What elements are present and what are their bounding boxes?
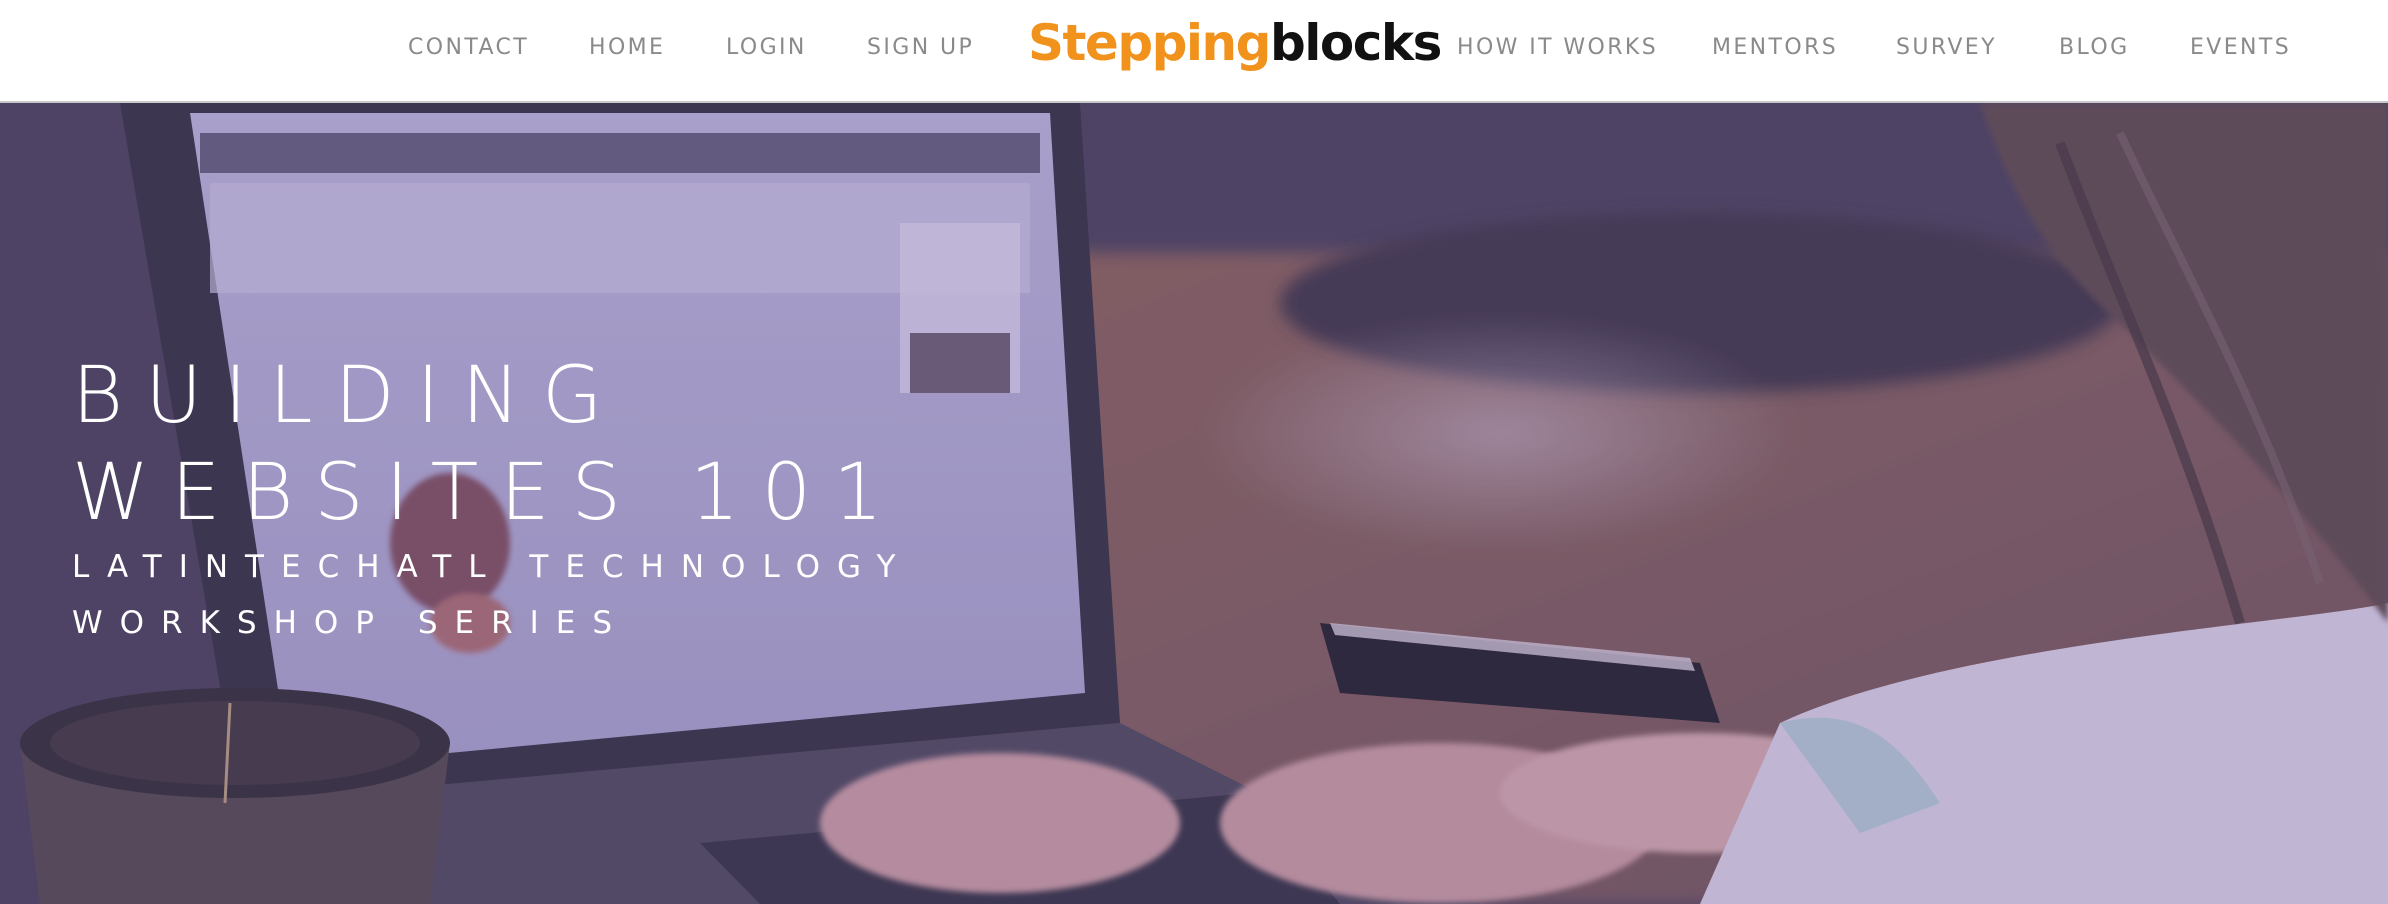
nav-link-login[interactable]: LOGIN [726,36,807,60]
logo-text-stepping: Stepping [1028,14,1271,72]
nav-link-how-it-works[interactable]: HOW IT WORKS [1457,36,1658,60]
nav-link-events[interactable]: EVENTS [2190,36,2291,60]
hero-subtitle-line-2: WORKSHOP SERIES [72,605,630,641]
nav-link-mentors[interactable]: MENTORS [1712,36,1838,60]
hero-banner: BUILDING WEBSITES 101 LATINTECHATL TECHN… [0,103,2388,904]
hero-title-line-1: BUILDING [72,351,625,441]
hero-subtitle-line-1: LATINTECHATL TECHNOLOGY [72,549,913,585]
nav-link-contact[interactable]: CONTACT [408,36,529,60]
site-logo[interactable]: Steppingblocks [1028,14,1442,72]
nav-link-sign-up[interactable]: SIGN UP [867,36,974,60]
hero-title-line-2: WEBSITES 101 [72,448,905,538]
nav-link-blog[interactable]: BLOG [2059,36,2130,60]
logo-text-blocks: blocks [1269,14,1442,72]
nav-link-survey[interactable]: SURVEY [1896,36,1997,60]
nav-link-home[interactable]: HOME [589,36,665,60]
top-navbar: CONTACT HOME LOGIN SIGN UP Steppingblock… [0,0,2388,103]
